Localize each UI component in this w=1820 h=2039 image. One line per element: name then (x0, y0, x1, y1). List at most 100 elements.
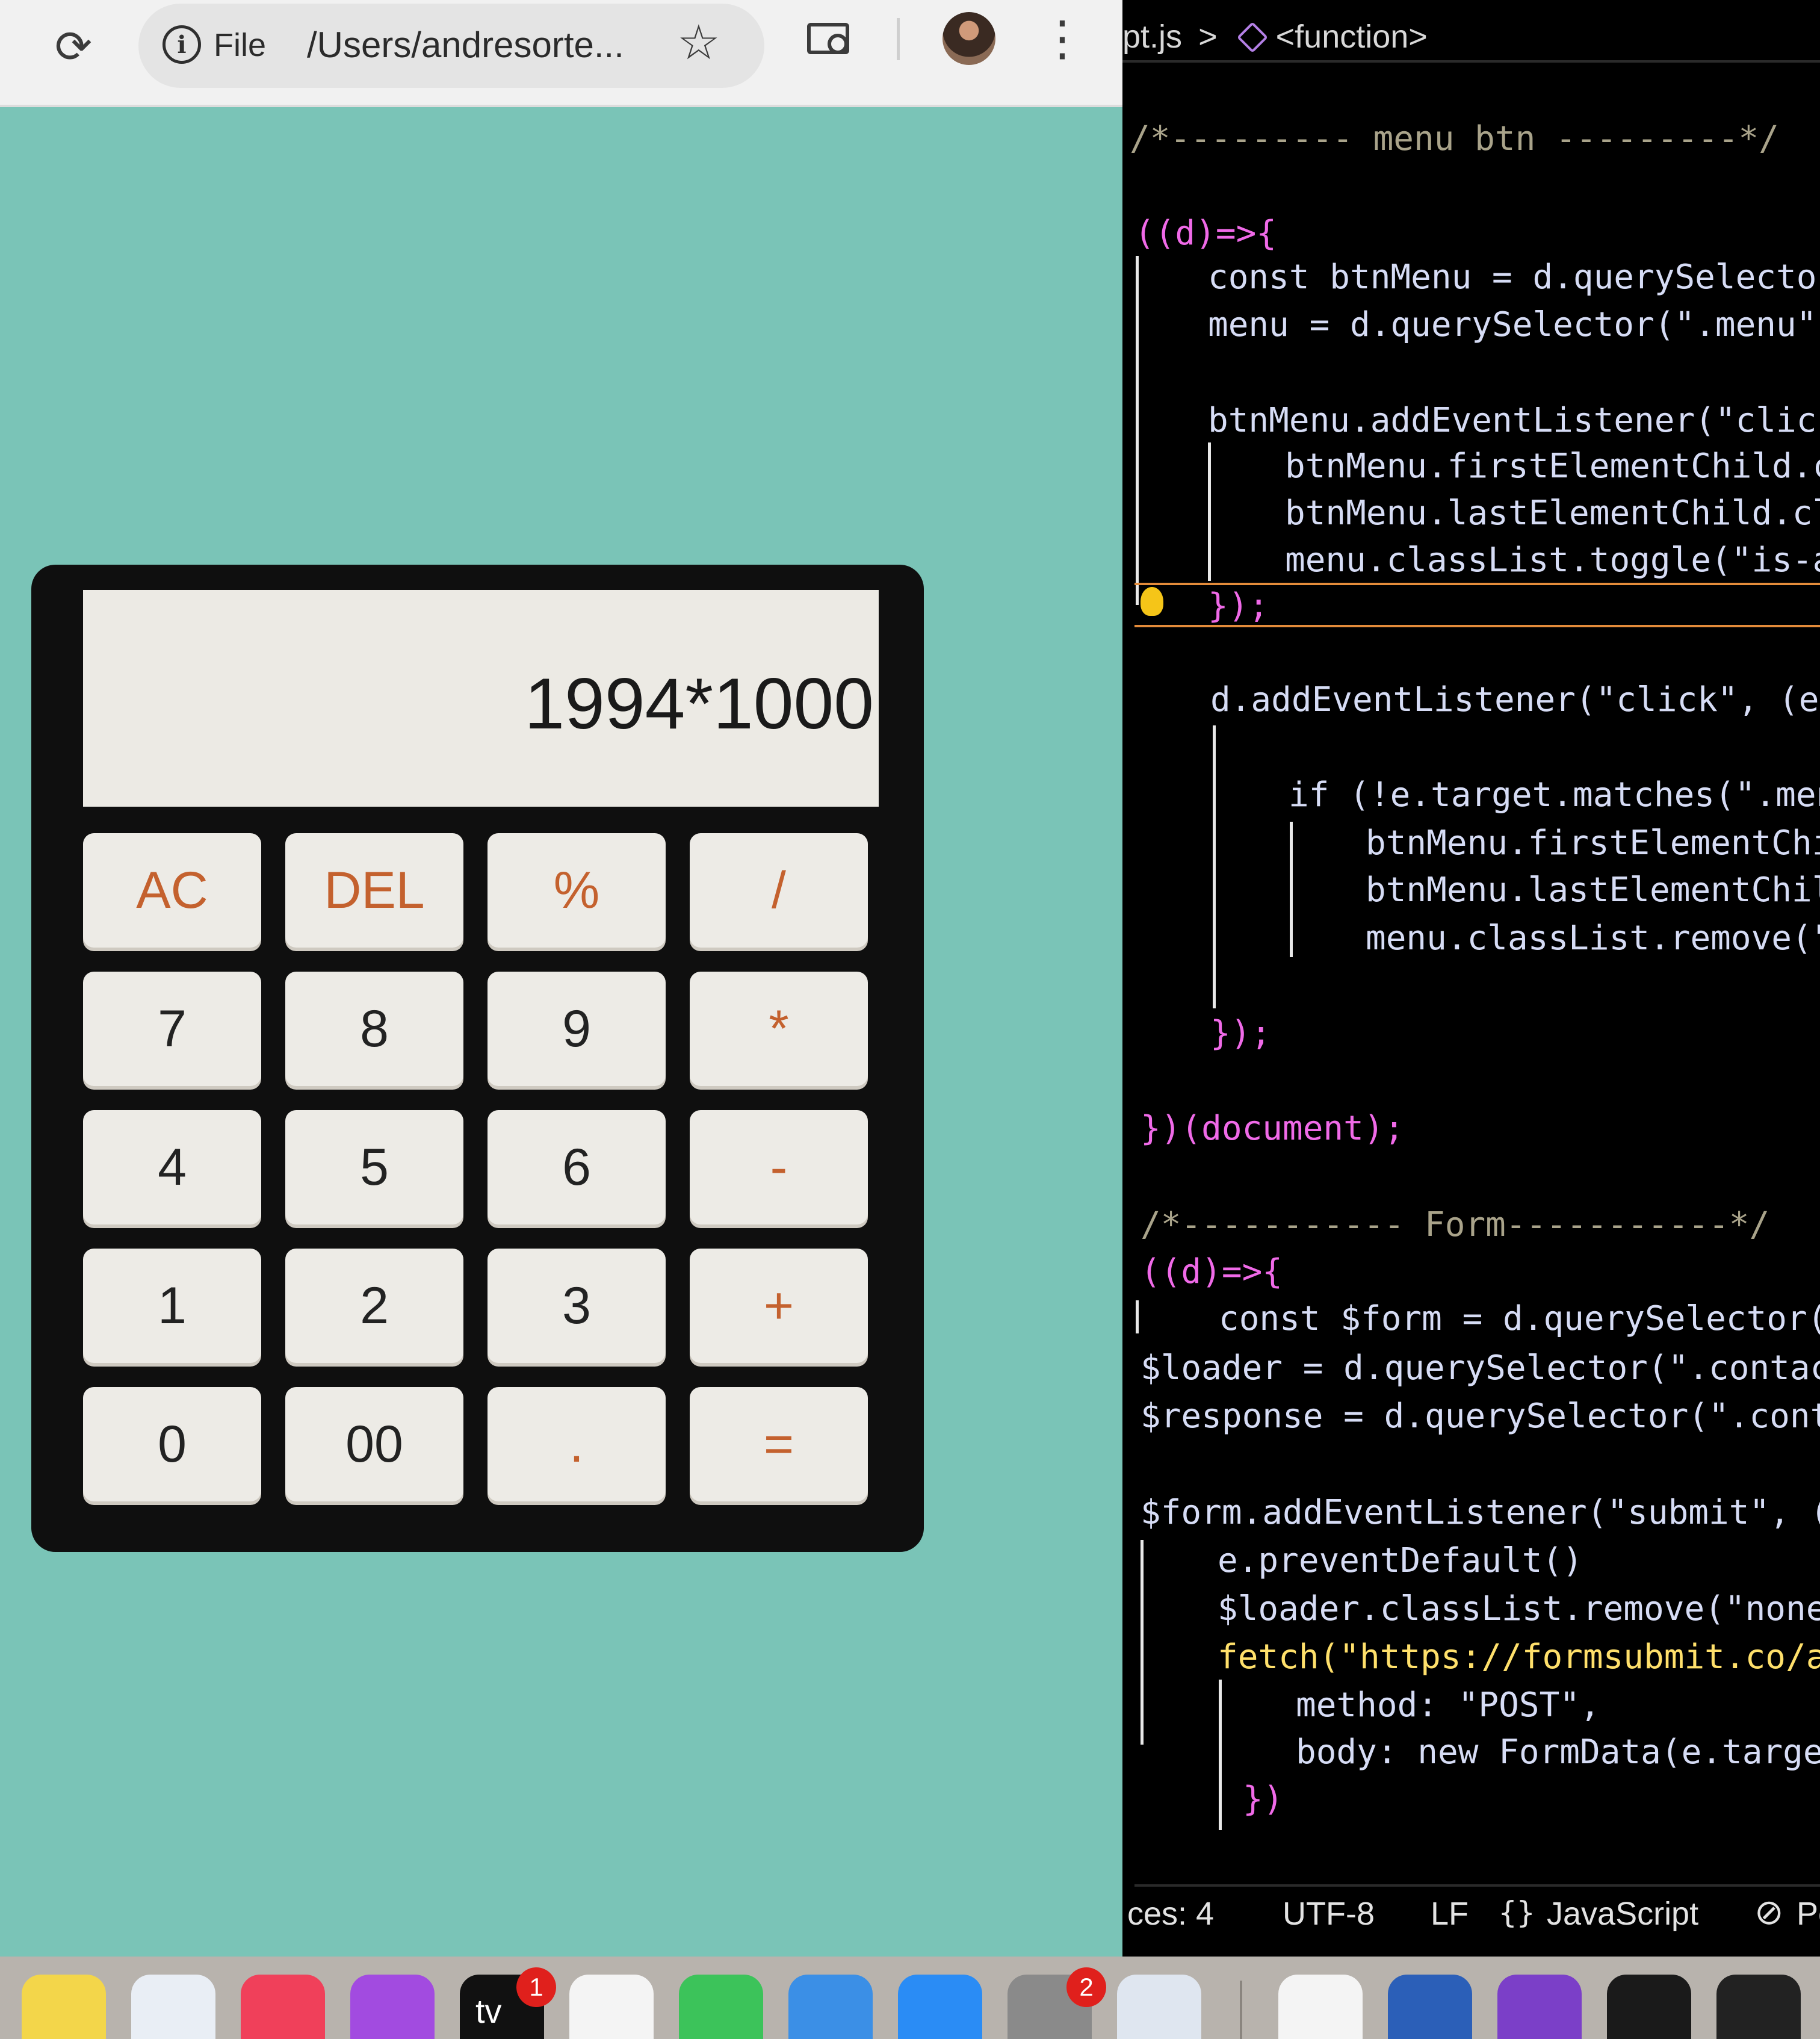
calculator: 1994*1000 AC DEL%/ 7 8 9 * 4 5 6- 1 2 3 +0 00. = (31, 565, 924, 1552)
avatar[interactable] (942, 12, 995, 65)
indent-guide (1141, 1540, 1144, 1745)
code-line[interactable]: btnMenu.lastElementChild.cla (1285, 494, 1820, 533)
toolbar-divider (897, 18, 900, 60)
code-line[interactable]: /*----------- Form-----------*/ (1141, 1205, 1769, 1244)
calc-key[interactable]: 3 (488, 1249, 666, 1363)
code-line[interactable]: const btnMenu = d.querySelector(" (1208, 258, 1820, 297)
status-extra[interactable]: Pc (1797, 1895, 1820, 1932)
dock-podcasts[interactable] (350, 1975, 435, 2039)
code-line[interactable]: $response = d.querySelector(".conta (1141, 1397, 1820, 1436)
cube-icon (1236, 21, 1268, 54)
indent-guide (1213, 725, 1216, 1008)
code-line[interactable]: }) (1243, 1780, 1283, 1819)
code-line[interactable]: ((d)=>{ (1134, 214, 1277, 253)
calc-key[interactable]: - (690, 1110, 868, 1224)
dock-news[interactable] (569, 1975, 654, 2039)
url-text[interactable]: /Users/andresorte... (307, 24, 624, 66)
code-line[interactable]: btnMenu.addEventListener("click", (1208, 401, 1820, 440)
code-line[interactable]: const $form = d.querySelector(". (1219, 1299, 1820, 1338)
dock-app-store[interactable] (898, 1975, 982, 2039)
current-line-highlight (1134, 583, 1820, 585)
code-line[interactable]: $loader.classList.remove("none" (1218, 1589, 1820, 1628)
status-indentation[interactable]: ces: 4 (1127, 1895, 1214, 1932)
code-line[interactable]: btnMenu.lastElementChild (1366, 871, 1820, 910)
lightbulb-icon[interactable] (1141, 587, 1163, 616)
star-icon[interactable]: ☆ (677, 14, 720, 70)
dock-notes[interactable] (22, 1975, 106, 2039)
code-line[interactable]: $loader = d.querySelector(".contact- (1141, 1348, 1820, 1388)
calc-key[interactable]: 4 (83, 1110, 261, 1224)
calc-key[interactable]: * (690, 972, 868, 1086)
breadcrumb-symbol[interactable]: <function> (1276, 19, 1428, 55)
calc-key[interactable]: = (690, 1387, 868, 1501)
code-line[interactable]: menu = d.querySelector(".menu"); (1208, 305, 1820, 344)
address-bar[interactable]: i File /Users/andresorte... ☆ (138, 4, 764, 88)
browser-window: ⟳ i File /Users/andresorte... ☆ ⋮ 1994*1… (0, 0, 1122, 1957)
dock-barcode[interactable] (1607, 1975, 1691, 2039)
code-line[interactable]: $form.addEventListener("submit", (e (1141, 1493, 1820, 1532)
reload-icon[interactable]: ⟳ (48, 22, 99, 72)
no-entry-icon: ⊘ (1754, 1893, 1784, 1932)
status-language[interactable]: JavaScript (1547, 1895, 1698, 1932)
calc-key[interactable]: 8 (285, 972, 463, 1086)
dock-divider (1240, 1981, 1242, 2039)
menu-dots-icon[interactable]: ⋮ (1038, 11, 1086, 65)
calc-key[interactable]: / (690, 833, 868, 948)
code-line[interactable]: btnMenu.firstElementChil (1366, 824, 1820, 863)
code-line[interactable]: /*--------- menu btn ---------*/ (1130, 119, 1779, 158)
calc-key[interactable]: . (488, 1387, 666, 1501)
calc-key[interactable]: 2 (285, 1249, 463, 1363)
calc-key[interactable]: AC (83, 833, 261, 948)
calc-key[interactable]: 6 (488, 1110, 666, 1224)
code-line[interactable]: method: "POST", (1296, 1686, 1600, 1725)
indent-guide (1136, 1300, 1139, 1333)
dock-chrome[interactable] (1278, 1975, 1363, 2039)
editor-header-divider (1122, 60, 1820, 63)
current-line-highlight (1134, 625, 1820, 627)
breadcrumb: pt.js > <function> (1122, 18, 1428, 55)
calc-key[interactable]: 7 (83, 972, 261, 1086)
code-line[interactable]: })(document); (1141, 1109, 1404, 1148)
status-bar: ces: 4 UTF-8 LF {} JavaScript ⊘ Pc (1127, 1884, 1820, 1935)
calc-key[interactable]: 5 (285, 1110, 463, 1224)
dock-preview[interactable] (1117, 1975, 1201, 2039)
calc-key[interactable]: DEL (285, 833, 463, 948)
dock-github[interactable] (1497, 1975, 1582, 2039)
code-line[interactable]: d.addEventListener("click", (e) (1210, 680, 1820, 719)
status-encoding[interactable]: UTF-8 (1283, 1895, 1375, 1932)
breadcrumb-file[interactable]: pt.js (1122, 19, 1182, 55)
code-line[interactable]: e.preventDefault() (1218, 1541, 1583, 1580)
code-line[interactable]: }); (1208, 586, 1269, 625)
code-line[interactable]: fetch("https://formsubmit.co/aj (1218, 1637, 1820, 1677)
calc-key[interactable]: % (488, 833, 666, 948)
calc-key[interactable]: 00 (285, 1387, 463, 1501)
browser-toolbar: ⟳ i File /Users/andresorte... ☆ ⋮ (0, 0, 1122, 107)
code-line[interactable]: ((d)=>{ (1141, 1252, 1283, 1291)
code-line[interactable]: menu.classList.toggle("is-ac (1285, 541, 1820, 580)
dock: tv 1 2 (0, 1957, 1820, 2039)
code-line[interactable]: }); (1210, 1014, 1271, 1053)
security-label: File (214, 27, 267, 63)
dock-tv-badge: 1 (516, 1967, 556, 2007)
code-line[interactable]: btnMenu.firstElementChild.cl (1285, 447, 1820, 486)
code-line[interactable]: if (!e.target.matches(".menu (1289, 775, 1820, 815)
dock-tv-label: tv (475, 1992, 502, 2030)
display-value: 1994*1000 (524, 663, 874, 744)
dock-numbers[interactable] (679, 1975, 763, 2039)
code-editor: pt.js > <function> /*--------- menu btn … (1122, 0, 1820, 1957)
code-line[interactable]: menu.classList.remove("i (1366, 919, 1820, 958)
dock-terminal[interactable] (1716, 1975, 1801, 2039)
calc-key[interactable]: + (690, 1249, 868, 1363)
status-eol[interactable]: LF (1431, 1895, 1469, 1932)
lens-icon[interactable] (803, 16, 858, 64)
braces-icon: {} (1499, 1895, 1535, 1930)
calc-key[interactable]: 1 (83, 1249, 261, 1363)
dock-freeform[interactable] (131, 1975, 215, 2039)
dock-word[interactable] (1388, 1975, 1472, 2039)
calc-key[interactable]: 0 (83, 1387, 261, 1501)
info-icon[interactable]: i (162, 25, 201, 64)
dock-keynote[interactable] (788, 1975, 873, 2039)
calc-key[interactable]: 9 (488, 972, 666, 1086)
code-line[interactable]: body: new FormData(e.target (1296, 1733, 1820, 1772)
dock-music[interactable] (241, 1975, 325, 2039)
